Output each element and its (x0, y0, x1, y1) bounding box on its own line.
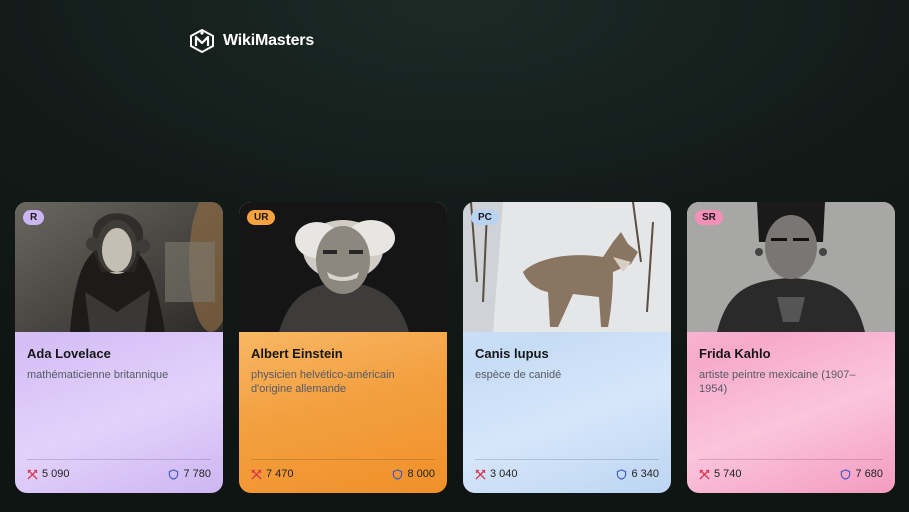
crossed-swords-icon (27, 468, 38, 480)
rarity-badge: SR (695, 210, 723, 225)
defense-stat: 8 000 (392, 468, 435, 480)
attack-stat: 5 740 (699, 468, 742, 480)
shield-icon (393, 468, 403, 480)
card-photo: R (15, 202, 223, 332)
character-card[interactable]: SR Frida Kahlo artiste peintre mexicaine… (687, 202, 895, 493)
character-card[interactable]: UR Albert Einstein physicien helvético-a… (239, 202, 447, 493)
card-name: Albert Einstein (251, 346, 343, 361)
card-description: artiste peintre mexicaine (1907–1954) (699, 369, 856, 395)
defense-value: 8 000 (407, 468, 435, 480)
card-stats: 3 040 6 340 (475, 459, 659, 480)
defense-value: 7 780 (183, 468, 211, 480)
wikimasters-logo-icon[interactable] (189, 28, 215, 54)
card-body: Albert Einstein physicien helvético-amér… (239, 332, 447, 493)
card-name: Ada Lovelace (27, 346, 111, 361)
card-description: physicien helvético-américain d'origine … (251, 369, 395, 395)
defense-stat: 7 680 (840, 468, 883, 480)
card-photo: PC (463, 202, 671, 332)
character-card[interactable]: R Ada Lovelace mathématicienne britanniq… (15, 202, 223, 493)
card-body: Frida Kahlo artiste peintre mexicaine (1… (687, 332, 895, 493)
app-header: WikiMasters (189, 28, 314, 54)
attack-stat: 5 090 (27, 468, 70, 480)
card-photo: SR (687, 202, 895, 332)
card-stats: 7 470 8 000 (251, 459, 435, 480)
crossed-swords-icon (699, 468, 710, 480)
card-body: Ada Lovelace mathématicienne britannique… (15, 332, 223, 493)
attack-value: 7 470 (266, 468, 294, 480)
card-list: R Ada Lovelace mathématicienne britanniq… (15, 202, 895, 493)
shield-icon (169, 468, 179, 480)
attack-value: 3 040 (490, 468, 518, 480)
rarity-badge: UR (247, 210, 276, 225)
character-card[interactable]: PC Canis lupus espèce de canidé 3 040 6 … (463, 202, 671, 493)
rarity-badge: PC (471, 210, 499, 225)
card-photo: UR (239, 202, 447, 332)
card-description: mathématicienne britannique (27, 369, 169, 381)
card-name: Frida Kahlo (699, 346, 771, 361)
card-stats: 5 740 7 680 (699, 459, 883, 480)
brand-name[interactable]: WikiMasters (223, 32, 314, 50)
defense-stat: 7 780 (168, 468, 211, 480)
attack-value: 5 740 (714, 468, 742, 480)
attack-value: 5 090 (42, 468, 70, 480)
card-stats: 5 090 7 780 (27, 459, 211, 480)
defense-value: 6 340 (631, 468, 659, 480)
shield-icon (617, 468, 627, 480)
card-body: Canis lupus espèce de canidé 3 040 6 340 (463, 332, 671, 493)
card-name: Canis lupus (475, 346, 549, 361)
defense-stat: 6 340 (616, 468, 659, 480)
attack-stat: 3 040 (475, 468, 518, 480)
attack-stat: 7 470 (251, 468, 294, 480)
rarity-badge: R (23, 210, 45, 225)
crossed-swords-icon (251, 468, 262, 480)
card-description: espèce de canidé (475, 369, 562, 381)
shield-icon (841, 468, 851, 480)
crossed-swords-icon (475, 468, 486, 480)
defense-value: 7 680 (855, 468, 883, 480)
